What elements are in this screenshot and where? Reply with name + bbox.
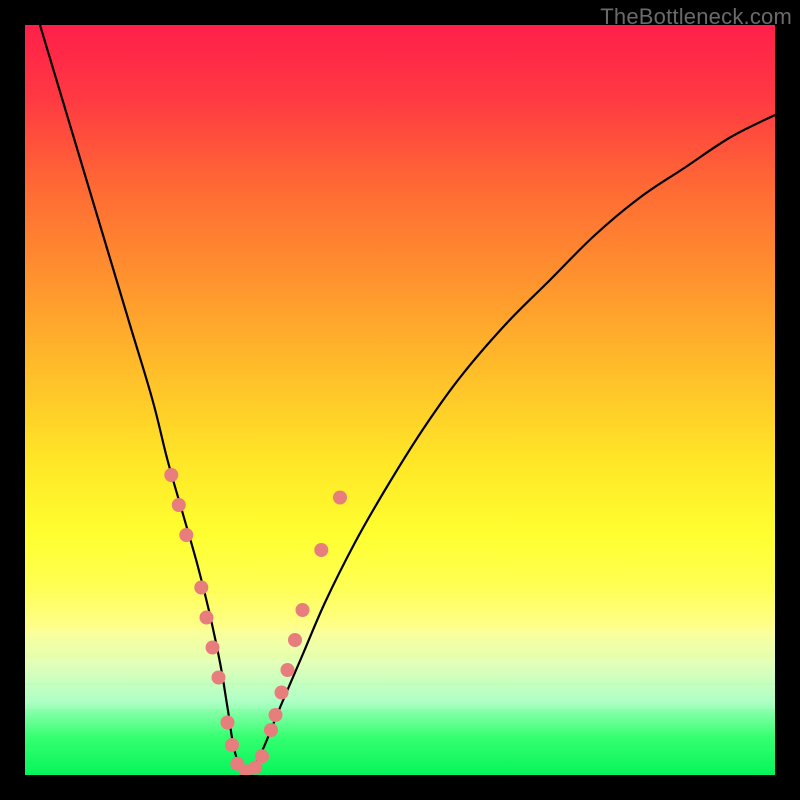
marker-dot (221, 716, 235, 730)
marker-dot (225, 738, 239, 752)
marker-dot (296, 603, 310, 617)
marker-dot (255, 749, 269, 763)
marker-dot (288, 633, 302, 647)
gradient-band (25, 629, 775, 653)
chart-area (25, 25, 775, 775)
bottleneck-plot (25, 25, 775, 775)
marker-dot (172, 498, 186, 512)
gradient-band (25, 685, 775, 709)
bands-group (25, 629, 775, 709)
marker-dot (314, 543, 328, 557)
gradient-band (25, 659, 775, 683)
marker-dot (275, 686, 289, 700)
marker-dot (164, 468, 178, 482)
marker-dot (264, 723, 278, 737)
marker-dot (179, 528, 193, 542)
marker-dot (206, 641, 220, 655)
markers-group (164, 468, 347, 775)
marker-dot (200, 611, 214, 625)
marker-dot (281, 663, 295, 677)
marker-dot (212, 671, 226, 685)
marker-dot (269, 708, 283, 722)
watermark-text: TheBottleneck.com (600, 4, 792, 30)
marker-dot (194, 581, 208, 595)
marker-dot (333, 491, 347, 505)
